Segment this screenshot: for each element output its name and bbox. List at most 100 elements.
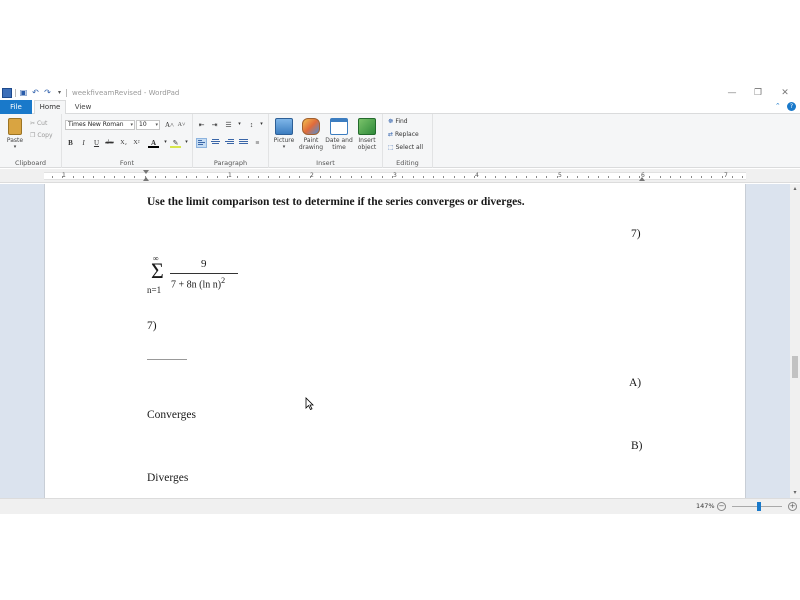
date-time-button[interactable]: Date and time bbox=[325, 118, 353, 151]
title-separator bbox=[66, 89, 67, 97]
ruler-tick bbox=[113, 176, 115, 178]
select-all-button[interactable]: ⬚ Select all bbox=[388, 144, 423, 151]
series-expression: ∞ Σ n=1 9 7 + 8n (ln n)2 bbox=[145, 254, 245, 302]
ruler-tick bbox=[515, 176, 517, 178]
font-group-label: Font bbox=[119, 159, 135, 167]
text-color-icon[interactable]: A bbox=[148, 138, 159, 148]
align-center-icon[interactable] bbox=[210, 138, 221, 148]
increase-indent-icon[interactable]: ⇥ bbox=[209, 120, 220, 130]
replace-button[interactable]: ⇄ Replace bbox=[388, 131, 419, 138]
help-icon[interactable]: ? bbox=[787, 102, 796, 111]
ruler-tick bbox=[494, 176, 496, 178]
vertical-scrollbar[interactable]: ▴ ▾ bbox=[790, 184, 800, 498]
sum-lower-limit: n=1 bbox=[147, 285, 162, 295]
shrink-font-button[interactable]: A˅ bbox=[176, 120, 187, 130]
document-page[interactable]: Use the limit comparison test to determi… bbox=[44, 184, 746, 498]
ruler-tick bbox=[381, 176, 383, 178]
ruler-tick bbox=[391, 176, 393, 178]
tab-file[interactable]: File bbox=[0, 100, 32, 114]
strikethrough-button[interactable]: abc bbox=[104, 138, 115, 148]
ruler-tick bbox=[93, 176, 95, 178]
paste-dropdown-icon[interactable]: ▾ bbox=[3, 144, 27, 151]
scroll-down-icon[interactable]: ▾ bbox=[790, 488, 800, 498]
italic-button[interactable]: I bbox=[78, 138, 89, 148]
wordpad-app-icon[interactable] bbox=[2, 88, 12, 98]
zoom-slider-thumb[interactable] bbox=[757, 502, 761, 511]
ruler-tick bbox=[72, 176, 74, 178]
ruler-tick bbox=[165, 176, 167, 178]
title-bar: ▣ ↶ ↷ ▾ weekfiveamRevised - WordPad — ❐ … bbox=[0, 86, 800, 100]
subscript-button[interactable]: X₂ bbox=[118, 138, 129, 148]
redo-icon[interactable]: ↷ bbox=[43, 88, 52, 97]
choice-a-text: Converges bbox=[147, 409, 196, 421]
cut-button[interactable]: ✂ Cut bbox=[30, 120, 47, 127]
paste-icon bbox=[8, 118, 22, 135]
zoom-in-button[interactable]: + bbox=[788, 502, 797, 511]
ruler-tick bbox=[670, 176, 671, 178]
tab-view[interactable]: View bbox=[68, 100, 98, 114]
chevron-down-icon[interactable]: ▾ bbox=[181, 138, 192, 148]
select-all-label: Select all bbox=[395, 144, 424, 151]
font-size-select[interactable]: 10 ▾ bbox=[136, 120, 160, 130]
bold-button[interactable]: B bbox=[65, 138, 76, 148]
zoom-out-button[interactable]: − bbox=[717, 502, 726, 511]
status-bar: 147% − + bbox=[0, 498, 800, 514]
bullet-list-icon[interactable]: ☰ bbox=[223, 120, 234, 130]
restore-button[interactable]: ❐ bbox=[744, 86, 772, 100]
fraction-denominator: 7 + 8n (ln n)2 bbox=[171, 276, 225, 290]
scroll-up-icon[interactable]: ▴ bbox=[790, 184, 800, 194]
ruler-tick bbox=[680, 176, 682, 178]
grow-font-button[interactable]: A˄ bbox=[164, 120, 175, 130]
ruler-tick bbox=[597, 176, 599, 178]
ruler-tick bbox=[278, 176, 280, 178]
ruler-tick bbox=[309, 176, 311, 178]
font-family-select[interactable]: Times New Roman ▾ bbox=[65, 120, 135, 130]
copy-button[interactable]: ❐ Copy bbox=[30, 132, 53, 139]
paint-drawing-button[interactable]: Paint drawing bbox=[298, 118, 324, 151]
ruler-tick bbox=[52, 176, 53, 178]
chevron-down-icon: ▾ bbox=[130, 122, 133, 128]
highlight-icon[interactable]: ✎ bbox=[170, 138, 181, 148]
ruler-track[interactable]: 1 1 2 3 4 5 6 7 bbox=[44, 170, 746, 181]
editing-group: ☸ Find ⇄ Replace ⬚ Select all Editing bbox=[383, 114, 433, 168]
close-button[interactable]: ✕ bbox=[771, 86, 799, 100]
undo-icon[interactable]: ↶ bbox=[31, 88, 40, 97]
paragraph-settings-icon[interactable]: ≡ bbox=[252, 138, 263, 148]
insert-picture-button[interactable]: Picture ▾ bbox=[271, 118, 297, 151]
answer-blank[interactable] bbox=[147, 359, 187, 360]
ruler-tick bbox=[402, 176, 404, 178]
insert-group: Picture ▾ Paint drawing Date and time In… bbox=[269, 114, 383, 168]
left-indent-marker[interactable] bbox=[143, 177, 149, 181]
right-indent-marker[interactable] bbox=[639, 177, 645, 181]
clipboard-group: Paste ▾ ✂ Cut ❐ Copy Clipboard bbox=[0, 114, 62, 168]
ruler-tick bbox=[649, 176, 651, 178]
find-button[interactable]: ☸ Find bbox=[388, 118, 408, 125]
customize-toolbar-icon[interactable]: ▾ bbox=[55, 88, 64, 97]
ruler[interactable]: 1 1 2 3 4 5 6 7 bbox=[0, 169, 800, 183]
chevron-down-icon[interactable]: ▾ bbox=[256, 120, 267, 130]
scrollbar-thumb[interactable] bbox=[792, 356, 798, 378]
save-icon[interactable]: ▣ bbox=[19, 88, 28, 97]
minimize-button[interactable]: — bbox=[718, 86, 746, 100]
ruler-tick bbox=[556, 176, 558, 178]
calendar-clock-icon bbox=[330, 118, 348, 135]
decrease-indent-icon[interactable]: ⇤ bbox=[196, 120, 207, 130]
chevron-down-icon[interactable]: ▾ bbox=[234, 120, 245, 130]
ruler-number: 3 bbox=[393, 172, 397, 179]
find-label: Find bbox=[395, 118, 408, 125]
ruler-tick bbox=[464, 176, 465, 178]
clipboard-group-label: Clipboard bbox=[14, 159, 47, 167]
superscript-button[interactable]: X² bbox=[131, 138, 142, 148]
underline-button[interactable]: U bbox=[91, 138, 102, 148]
justify-icon[interactable] bbox=[238, 138, 249, 148]
insert-object-button[interactable]: Insert object bbox=[354, 118, 380, 151]
paste-button[interactable]: Paste ▾ bbox=[3, 118, 27, 151]
align-right-icon[interactable] bbox=[224, 138, 235, 148]
tab-home[interactable]: Home bbox=[34, 100, 66, 115]
first-line-indent-marker[interactable] bbox=[143, 170, 149, 174]
question-instruction: Use the limit comparison test to determi… bbox=[147, 196, 525, 208]
collapse-ribbon-icon[interactable]: ⌃ bbox=[775, 102, 781, 110]
ruler-tick bbox=[422, 176, 424, 178]
title-separator bbox=[15, 89, 16, 97]
align-left-icon[interactable] bbox=[196, 138, 207, 148]
